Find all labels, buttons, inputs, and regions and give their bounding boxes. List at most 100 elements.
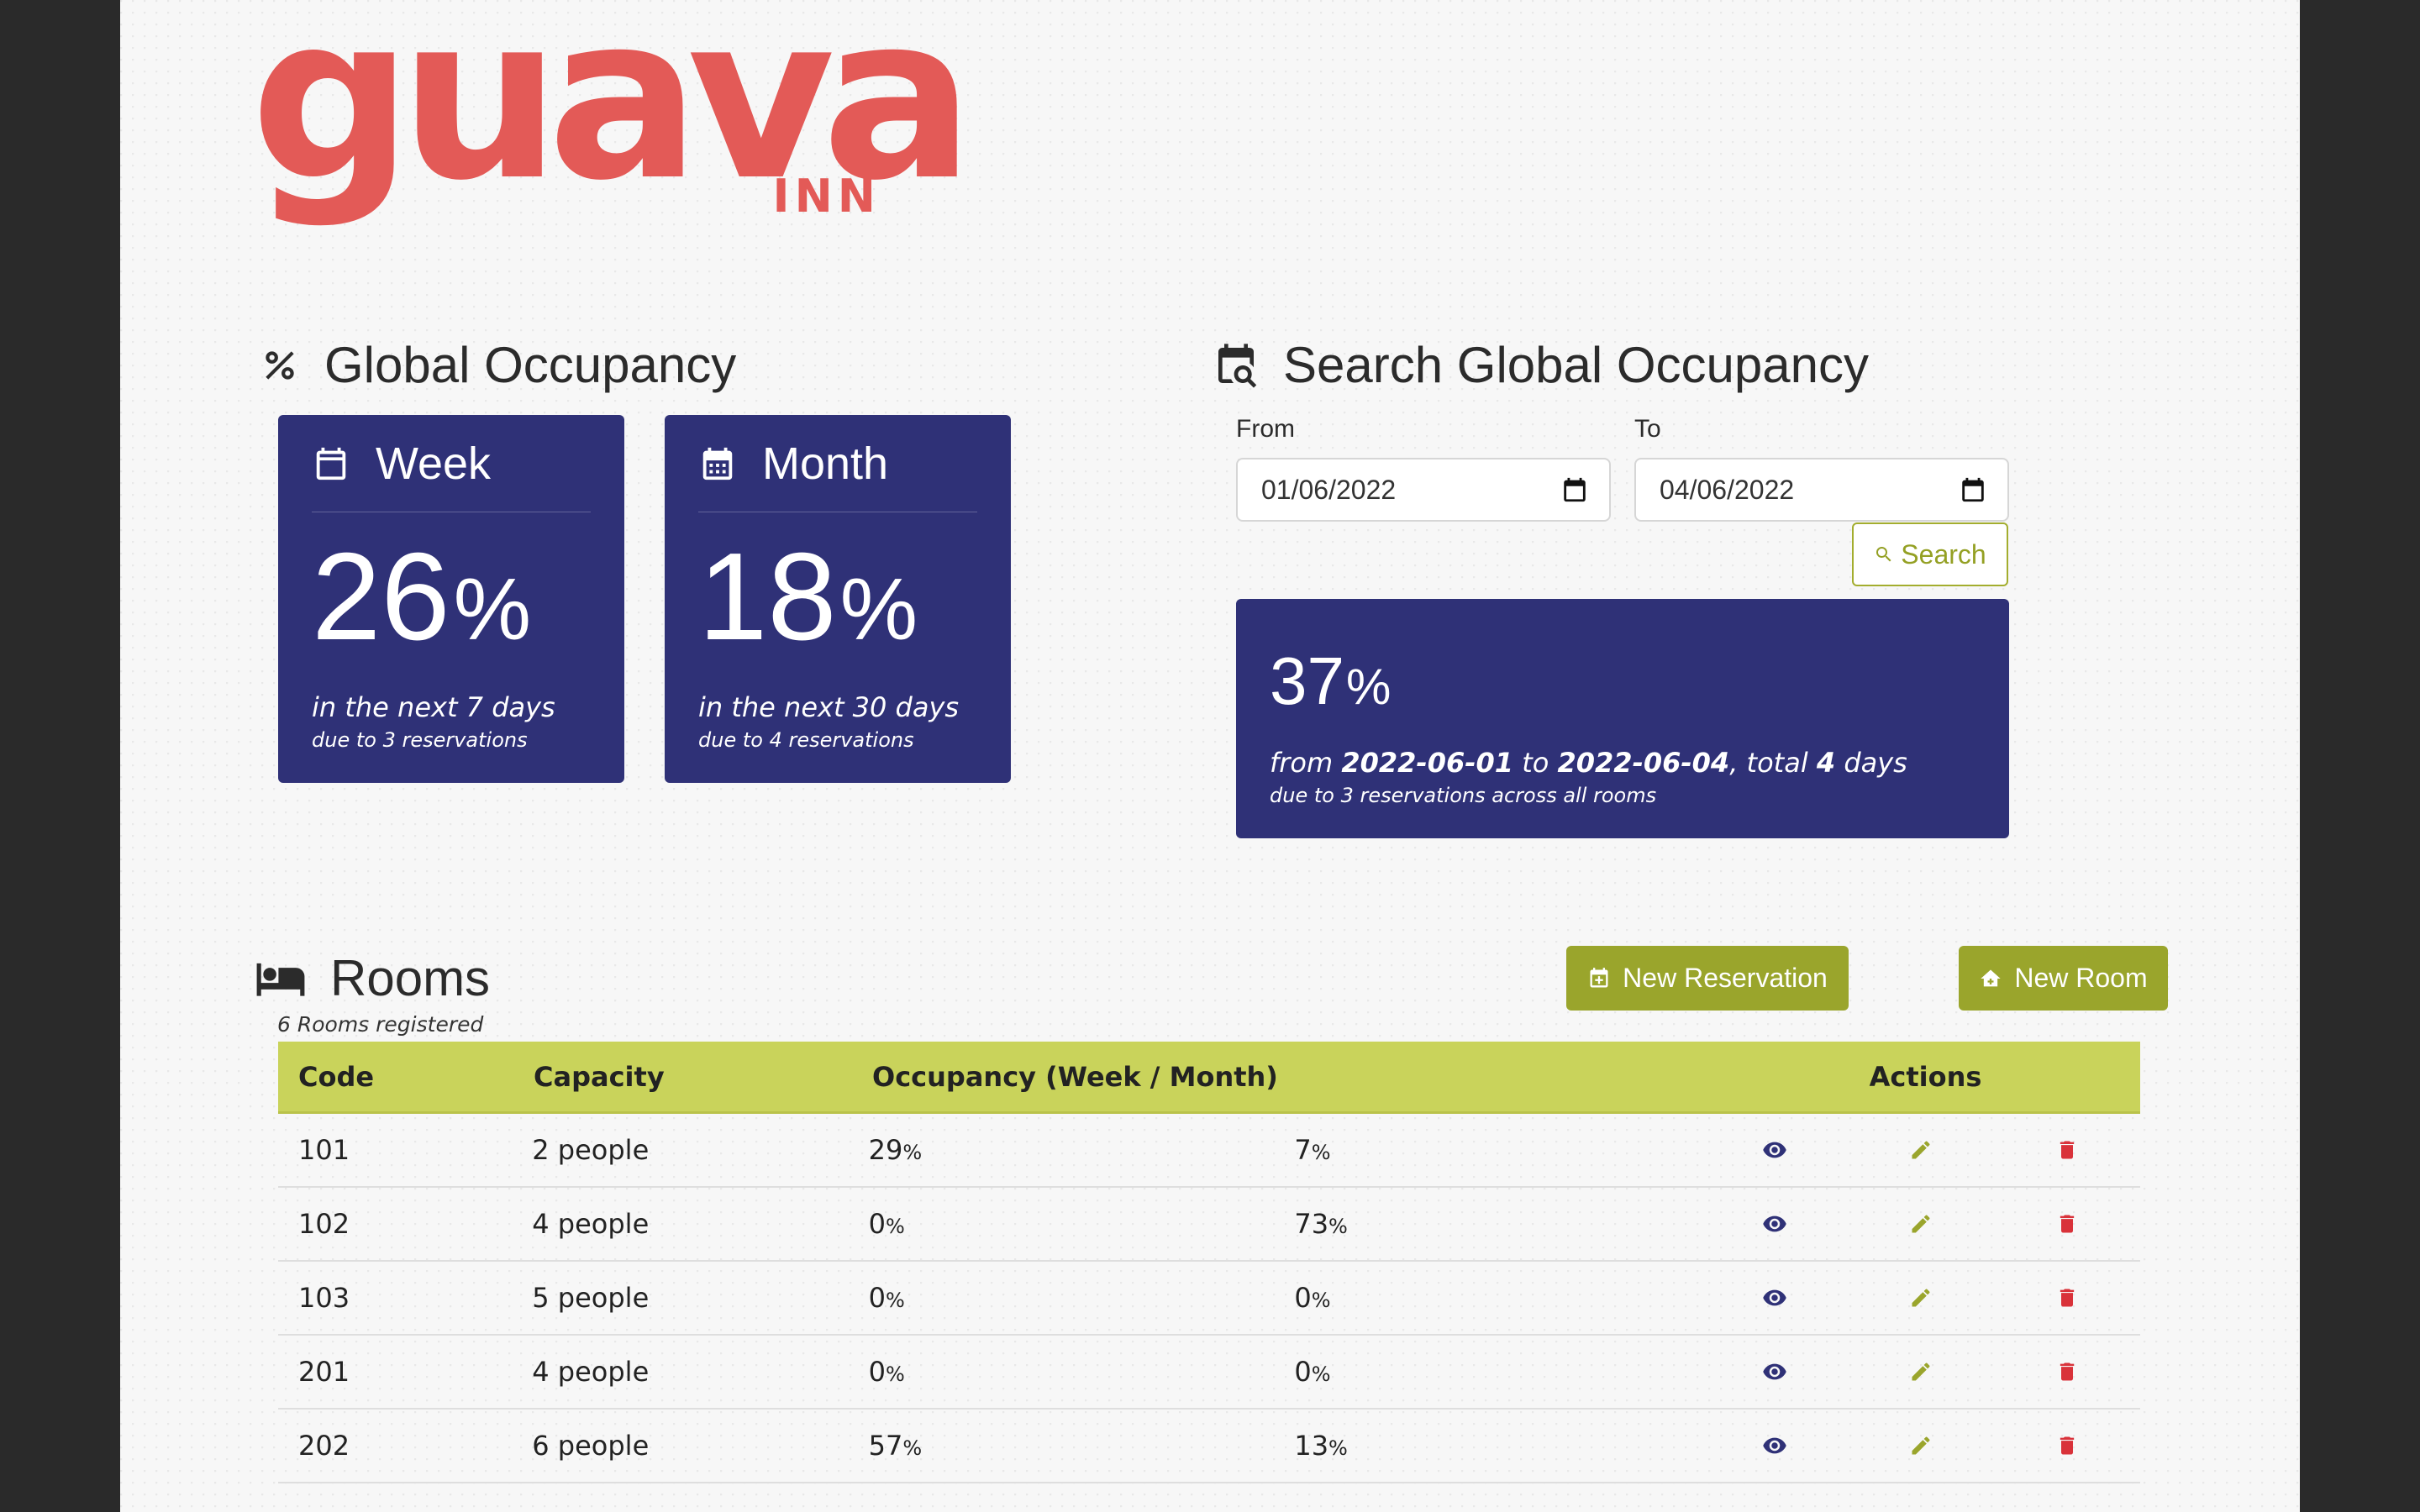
pencil-icon: [1909, 1286, 1933, 1310]
pencil-icon: [1909, 1434, 1933, 1457]
view-room-button[interactable]: [1702, 1137, 1848, 1163]
view-room-button[interactable]: [1702, 1285, 1848, 1310]
room-week-occupancy: 0%: [849, 1356, 1275, 1388]
header-code: Code: [298, 1060, 375, 1093]
table-row: 103 5 people 0% 0%: [278, 1262, 2140, 1336]
trash-icon: [2055, 1360, 2079, 1383]
room-code: 202: [298, 1430, 350, 1462]
room-week-occupancy: 29%: [849, 1134, 1275, 1166]
pct-unit: %: [902, 1141, 923, 1164]
month-occupancy-value: 0: [1294, 1356, 1312, 1388]
result-to-word: to: [1522, 747, 1549, 779]
table-row: 202 6 people 57% 13%: [278, 1410, 2140, 1483]
week-occupancy-value: 57: [868, 1430, 903, 1462]
home-add-icon: [1979, 967, 2002, 990]
global-occupancy-heading: Global Occupancy: [259, 336, 736, 394]
bed-icon: [255, 953, 307, 1005]
to-date-input[interactable]: 04/06/2022: [1634, 458, 2009, 522]
from-date-input[interactable]: 01/06/2022: [1236, 458, 1611, 522]
eye-icon: [1762, 1137, 1787, 1163]
search-icon: [1874, 544, 1894, 564]
result-reservations: due to 3 reservations across all rooms: [1270, 784, 1657, 807]
month-occupancy-value: 7: [1294, 1134, 1312, 1166]
new-reservation-button[interactable]: New Reservation: [1566, 946, 1849, 1011]
week-reservations: due to 3 reservations: [312, 727, 528, 752]
rooms-title: Rooms: [330, 950, 491, 1006]
room-week-occupancy: 0%: [849, 1208, 1275, 1240]
new-room-label: New Room: [2014, 963, 2148, 993]
pct-unit: %: [1311, 1362, 1331, 1386]
edit-room-button[interactable]: [1848, 1433, 1994, 1458]
eye-icon: [1762, 1433, 1787, 1458]
delete-room-button[interactable]: [1994, 1285, 2140, 1310]
new-room-button[interactable]: New Room: [1959, 946, 2168, 1011]
pct-unit: %: [1311, 1289, 1331, 1312]
result-from-word: from: [1270, 747, 1334, 779]
delete-room-button[interactable]: [1994, 1137, 2140, 1163]
result-start-date: 2022-06-01: [1341, 747, 1514, 779]
trash-icon: [2055, 1212, 2079, 1236]
month-unit: %: [839, 561, 918, 659]
week-period: in the next 7 days: [312, 690, 555, 723]
result-unit: %: [1345, 659, 1392, 715]
calendar-picker-icon[interactable]: [1560, 475, 1589, 504]
header-capacity: Capacity: [534, 1060, 665, 1093]
room-code: 103: [298, 1282, 350, 1314]
month-occupancy-card: Month 18 % in the next 30 days due to 4 …: [665, 415, 1011, 783]
week-occupancy-value: 0: [868, 1356, 886, 1388]
room-code: 101: [298, 1134, 350, 1166]
delete-room-button[interactable]: [1994, 1211, 2140, 1236]
view-room-button[interactable]: [1702, 1433, 1848, 1458]
edit-room-button[interactable]: [1848, 1359, 1994, 1384]
calendar-picker-icon[interactable]: [1959, 475, 1987, 504]
search-button[interactable]: Search: [1852, 522, 2008, 586]
pencil-icon: [1909, 1212, 1933, 1236]
week-label: Week: [376, 438, 492, 489]
room-month-occupancy: 13%: [1274, 1430, 1702, 1462]
week-occupancy-value: 0: [868, 1282, 886, 1314]
week-occupancy-value: 0: [868, 1208, 886, 1240]
pct-unit: %: [886, 1289, 905, 1312]
view-room-button[interactable]: [1702, 1211, 1848, 1236]
pct-unit: %: [1328, 1215, 1348, 1238]
percent-icon: [259, 344, 301, 386]
month-value: 18: [698, 528, 837, 666]
calendar-plus-icon: [1587, 967, 1611, 990]
pct-unit: %: [1328, 1436, 1348, 1460]
delete-room-button[interactable]: [1994, 1433, 2140, 1458]
pct-unit: %: [886, 1215, 905, 1238]
result-end-date: 2022-06-04: [1557, 747, 1730, 779]
room-month-occupancy: 0%: [1274, 1282, 1702, 1314]
logo-sub-text: INN: [772, 170, 881, 223]
result-value: 37: [1270, 643, 1344, 718]
month-label: Month: [762, 438, 889, 489]
week-occupancy-card: Week 26 % in the next 7 days due to 3 re…: [278, 415, 624, 783]
calendar-month-icon: [698, 444, 737, 483]
rooms-count: 6 Rooms registered: [277, 1012, 484, 1037]
table-header: Code Capacity Occupancy (Week / Month) A…: [278, 1042, 2140, 1114]
header-actions: Actions: [1869, 1060, 1982, 1093]
to-label: To: [1634, 415, 1661, 443]
eye-icon: [1762, 1359, 1787, 1384]
edit-room-button[interactable]: [1848, 1285, 1994, 1310]
edit-room-button[interactable]: [1848, 1137, 1994, 1163]
room-week-occupancy: 57%: [849, 1430, 1275, 1462]
search-occupancy-heading: Search Global Occupancy: [1213, 336, 1869, 394]
table-body: 101 2 people 29% 7% 102 4 people 0% 73% 103 5 peo…: [278, 1114, 2140, 1483]
delete-room-button[interactable]: [1994, 1359, 2140, 1384]
week-value: 26: [312, 528, 450, 666]
row-actions: [1702, 1285, 2140, 1310]
room-month-occupancy: 0%: [1274, 1356, 1702, 1388]
table-row: 101 2 people 29% 7%: [278, 1114, 2140, 1188]
room-month-occupancy: 73%: [1274, 1208, 1702, 1240]
pencil-icon: [1909, 1138, 1933, 1162]
result-total-word: , total: [1729, 747, 1808, 779]
month-period: in the next 30 days: [698, 690, 960, 723]
month-occupancy-value: 0: [1294, 1282, 1312, 1314]
search-button-label: Search: [1901, 538, 1986, 570]
edit-room-button[interactable]: [1848, 1211, 1994, 1236]
view-room-button[interactable]: [1702, 1359, 1848, 1384]
result-days-word: days: [1844, 747, 1907, 779]
to-date-value: 04/06/2022: [1660, 474, 1795, 505]
row-actions: [1702, 1359, 2140, 1384]
